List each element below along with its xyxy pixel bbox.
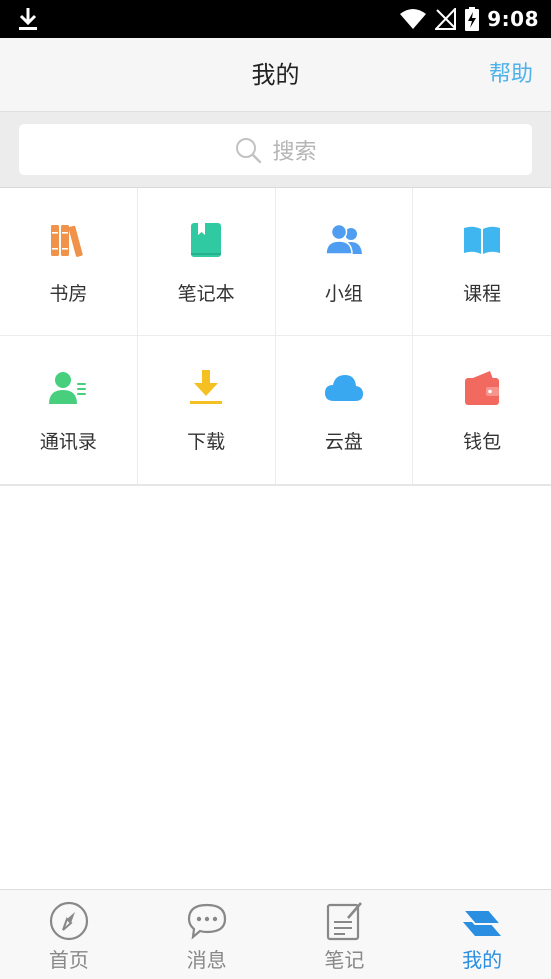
search-input[interactable]: 搜索 bbox=[19, 124, 532, 175]
group-icon bbox=[325, 223, 362, 255]
tab-messages[interactable]: 消息 bbox=[138, 890, 276, 979]
feature-grid: 书房 笔记本 小组 课程 通讯录 下载 云盘 钱包 bbox=[0, 188, 551, 486]
tab-home[interactable]: 首页 bbox=[0, 890, 138, 979]
search-icon bbox=[236, 137, 262, 163]
chat-bubble-icon bbox=[187, 903, 226, 940]
bookshelf-icon bbox=[51, 225, 84, 257]
battery-charging-icon bbox=[465, 7, 480, 31]
app-header: 我的 帮助 bbox=[0, 38, 551, 112]
grid-item-bookroom[interactable]: 书房 bbox=[0, 188, 138, 336]
grid-item-label: 通讯录 bbox=[39, 431, 97, 453]
grid-item-label: 云盘 bbox=[324, 431, 363, 453]
grid-item-cloud-drive[interactable]: 云盘 bbox=[276, 336, 414, 484]
grid-item-label: 下载 bbox=[187, 431, 226, 453]
tab-mine[interactable]: 我的 bbox=[413, 890, 551, 979]
grid-item-courses[interactable]: 课程 bbox=[413, 188, 551, 336]
download-icon bbox=[19, 8, 37, 30]
search-placeholder: 搜索 bbox=[272, 139, 317, 165]
grid-item-label: 课程 bbox=[463, 283, 502, 305]
grid-item-label: 书房 bbox=[49, 283, 88, 305]
cloud-icon bbox=[324, 375, 363, 401]
download-icon bbox=[190, 370, 223, 404]
tab-label: 消息 bbox=[186, 948, 227, 972]
grid-item-notebook[interactable]: 笔记本 bbox=[137, 188, 276, 336]
help-button[interactable]: 帮助 bbox=[489, 38, 533, 112]
grid-item-label: 笔记本 bbox=[177, 283, 235, 305]
grid-item-label: 钱包 bbox=[463, 431, 502, 453]
note-edit-icon bbox=[327, 902, 363, 941]
contacts-icon bbox=[49, 372, 87, 404]
tab-notes[interactable]: 笔记 bbox=[276, 890, 414, 979]
no-signal-icon bbox=[435, 8, 457, 30]
grid-item-group[interactable]: 小组 bbox=[275, 188, 414, 336]
tab-label: 笔记 bbox=[324, 948, 365, 972]
bottom-tab-bar: 首页 消息 笔记 我的 bbox=[0, 889, 551, 979]
grid-item-label: 小组 bbox=[324, 283, 363, 305]
notebook-icon bbox=[191, 223, 222, 257]
wallet-icon bbox=[465, 371, 500, 405]
tab-label: 我的 bbox=[462, 948, 503, 972]
open-book-icon bbox=[464, 226, 501, 254]
search-bar: 搜索 bbox=[0, 112, 551, 188]
grid-item-download[interactable]: 下载 bbox=[138, 336, 276, 484]
grid-item-wallet[interactable]: 钱包 bbox=[413, 336, 551, 484]
tab-label: 首页 bbox=[48, 948, 89, 972]
layers-icon bbox=[461, 909, 504, 936]
grid-item-contacts[interactable]: 通讯录 bbox=[0, 336, 138, 484]
status-time: 9:08 bbox=[487, 7, 539, 31]
compass-icon bbox=[49, 901, 88, 941]
status-bar: 9:08 bbox=[0, 0, 551, 38]
wifi-icon bbox=[400, 9, 427, 29]
page-title: 我的 bbox=[251, 61, 300, 89]
